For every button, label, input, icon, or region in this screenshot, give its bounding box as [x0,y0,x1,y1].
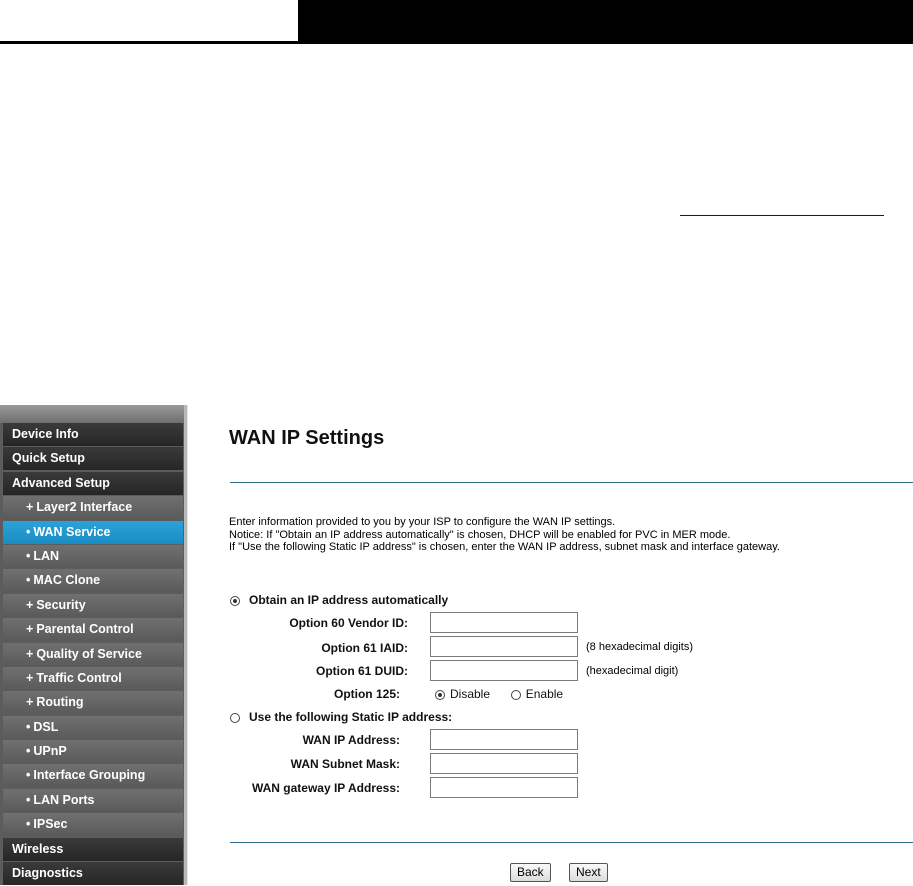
bullet-icon: • [26,548,31,563]
sidebar-item-traffic-control[interactable]: + Traffic Control [3,666,183,690]
description-line: Notice: If "Obtain an IP address automat… [229,528,731,541]
document-link[interactable] [680,215,884,216]
sidebar-item-label: Security [36,597,86,612]
main-content: WAN IP Settings Enter information provid… [188,405,913,885]
option60-vendor-id-input[interactable] [430,612,578,633]
expand-plus-icon: + [26,500,34,515]
sidebar-item-interface-grouping[interactable]: • Interface Grouping [3,764,183,788]
sidebar-item-layer2-interface[interactable]: + Layer2 Interface [3,496,183,520]
option125-disable-label: Disable [450,687,491,701]
wan-subnet-mask-input[interactable] [430,753,578,774]
sidebar-item-label: LAN Ports [33,792,95,807]
static-ip-option[interactable]: Use the following Static IP address: [230,710,452,724]
sidebar-item-label: IPSec [33,817,68,832]
sidebar-item-label: Advanced Setup [12,475,110,490]
sidebar-item-label: Quality of Service [36,646,142,661]
bullet-icon: • [26,719,31,734]
wan-gateway-input[interactable] [430,777,578,798]
expand-plus-icon: + [26,597,34,612]
option61-duid-label: Option 61 DUID: [316,664,408,678]
description-text: Enter information provided to you by you… [229,516,780,554]
sidebar-item-routing[interactable]: + Routing [3,691,183,715]
sidebar-item-mac-clone[interactable]: • MAC Clone [3,569,183,593]
expand-plus-icon: + [26,695,34,710]
sidebar-item-upnp[interactable]: • UPnP [3,740,183,764]
expand-plus-icon: + [26,646,34,661]
sidebar-item-quality-of-service[interactable]: + Quality of Service [3,642,183,666]
option61-duid-input[interactable] [430,660,578,681]
expand-plus-icon: + [26,622,34,637]
obtain-auto-radio[interactable] [230,595,240,606]
bullet-icon: • [26,573,31,588]
sidebar-item-advanced-setup[interactable]: Advanced Setup [3,471,183,495]
option60-label: Option 60 Vendor ID: [289,616,408,630]
sidebar-item-label: Quick Setup [12,451,85,466]
description-line: Enter information provided to you by you… [229,516,616,528]
sidebar-item-security[interactable]: + Security [3,593,183,617]
option61-iaid-label: Option 61 IAID: [321,641,408,655]
sidebar-item-label: Parental Control [36,622,134,637]
sidebar-item-wireless[interactable]: Wireless [3,837,183,861]
sidebar-item-wan-service[interactable]: • WAN Service [3,520,183,544]
option125-label: Option 125: [333,687,400,701]
sidebar-item-diagnostics[interactable]: Diagnostics [3,862,183,886]
wan-ip-input[interactable] [430,729,578,750]
sidebar-item-label: WAN Service [33,524,111,539]
sidebar-item-label: Interface Grouping [33,768,146,783]
sidebar-menu: Device Info Quick Setup Advanced Setup + Lay… [3,423,183,886]
next-button[interactable]: Next [569,863,608,882]
sidebar-item-lan-ports[interactable]: • LAN Ports [3,788,183,812]
sidebar-item-label: LAN [33,548,60,563]
option125-disable-radio[interactable] [435,689,445,700]
sidebar-item-label: MAC Clone [33,573,101,588]
obtain-auto-label: Obtain an IP address automatically [249,593,449,607]
sidebar-item-parental-control[interactable]: + Parental Control [3,618,183,642]
bullet-icon: • [26,792,31,807]
option61-iaid-input[interactable] [430,636,578,657]
page-title: WAN IP Settings [229,427,385,449]
sidebar-item-ipsec[interactable]: • IPSec [3,813,183,837]
option61-duid-hint: (hexadecimal digit) [586,665,679,677]
document-header-rule [0,41,913,44]
option61-iaid-hint: (8 hexadecimal digits) [586,641,693,653]
bullet-icon: • [26,817,31,832]
footer-divider [230,842,913,843]
sidebar-item-label: Layer2 Interface [36,500,133,515]
static-ip-radio[interactable] [230,712,240,723]
sidebar-item-label: Diagnostics [12,866,83,881]
back-button[interactable]: Back [510,863,551,882]
document-header-bar [298,0,913,41]
sidebar-item-label: UPnP [33,744,67,759]
sidebar-item-label: Traffic Control [36,670,122,685]
bullet-icon: • [26,744,31,759]
sidebar-item-label: DSL [33,719,59,734]
sidebar: Device Info Quick Setup Advanced Setup + Lay… [0,405,184,886]
title-divider [230,482,913,483]
sidebar-item-label: Wireless [12,841,64,856]
static-ip-label: Use the following Static IP address: [249,710,453,724]
expand-plus-icon: + [26,670,34,685]
router-admin-screenshot: Device Info Quick Setup Advanced Setup + Lay… [0,405,913,886]
option125-enable-radio[interactable] [510,689,521,700]
obtain-auto-option[interactable]: Obtain an IP address automatically [230,593,448,607]
sidebar-item-label: Device Info [12,427,79,441]
sidebar-item-quick-setup[interactable]: Quick Setup [3,447,183,471]
bullet-icon: • [26,524,31,539]
sidebar-item-label: Routing [36,695,84,710]
sidebar-item-device-info[interactable]: Device Info [3,423,183,446]
wan-gateway-label: WAN gateway IP Address: [251,781,400,795]
sidebar-item-lan[interactable]: • LAN [3,544,183,568]
wan-ip-label: WAN IP Address: [302,733,400,747]
bullet-icon: • [26,768,31,783]
option125-choices: Disable Enable [435,687,563,701]
wan-subnet-mask-label: WAN Subnet Mask: [290,757,400,771]
option125-enable-label: Enable [525,687,564,701]
sidebar-item-dsl[interactable]: • DSL [3,715,183,739]
description-line: If "Use the following Static IP address"… [229,541,780,553]
